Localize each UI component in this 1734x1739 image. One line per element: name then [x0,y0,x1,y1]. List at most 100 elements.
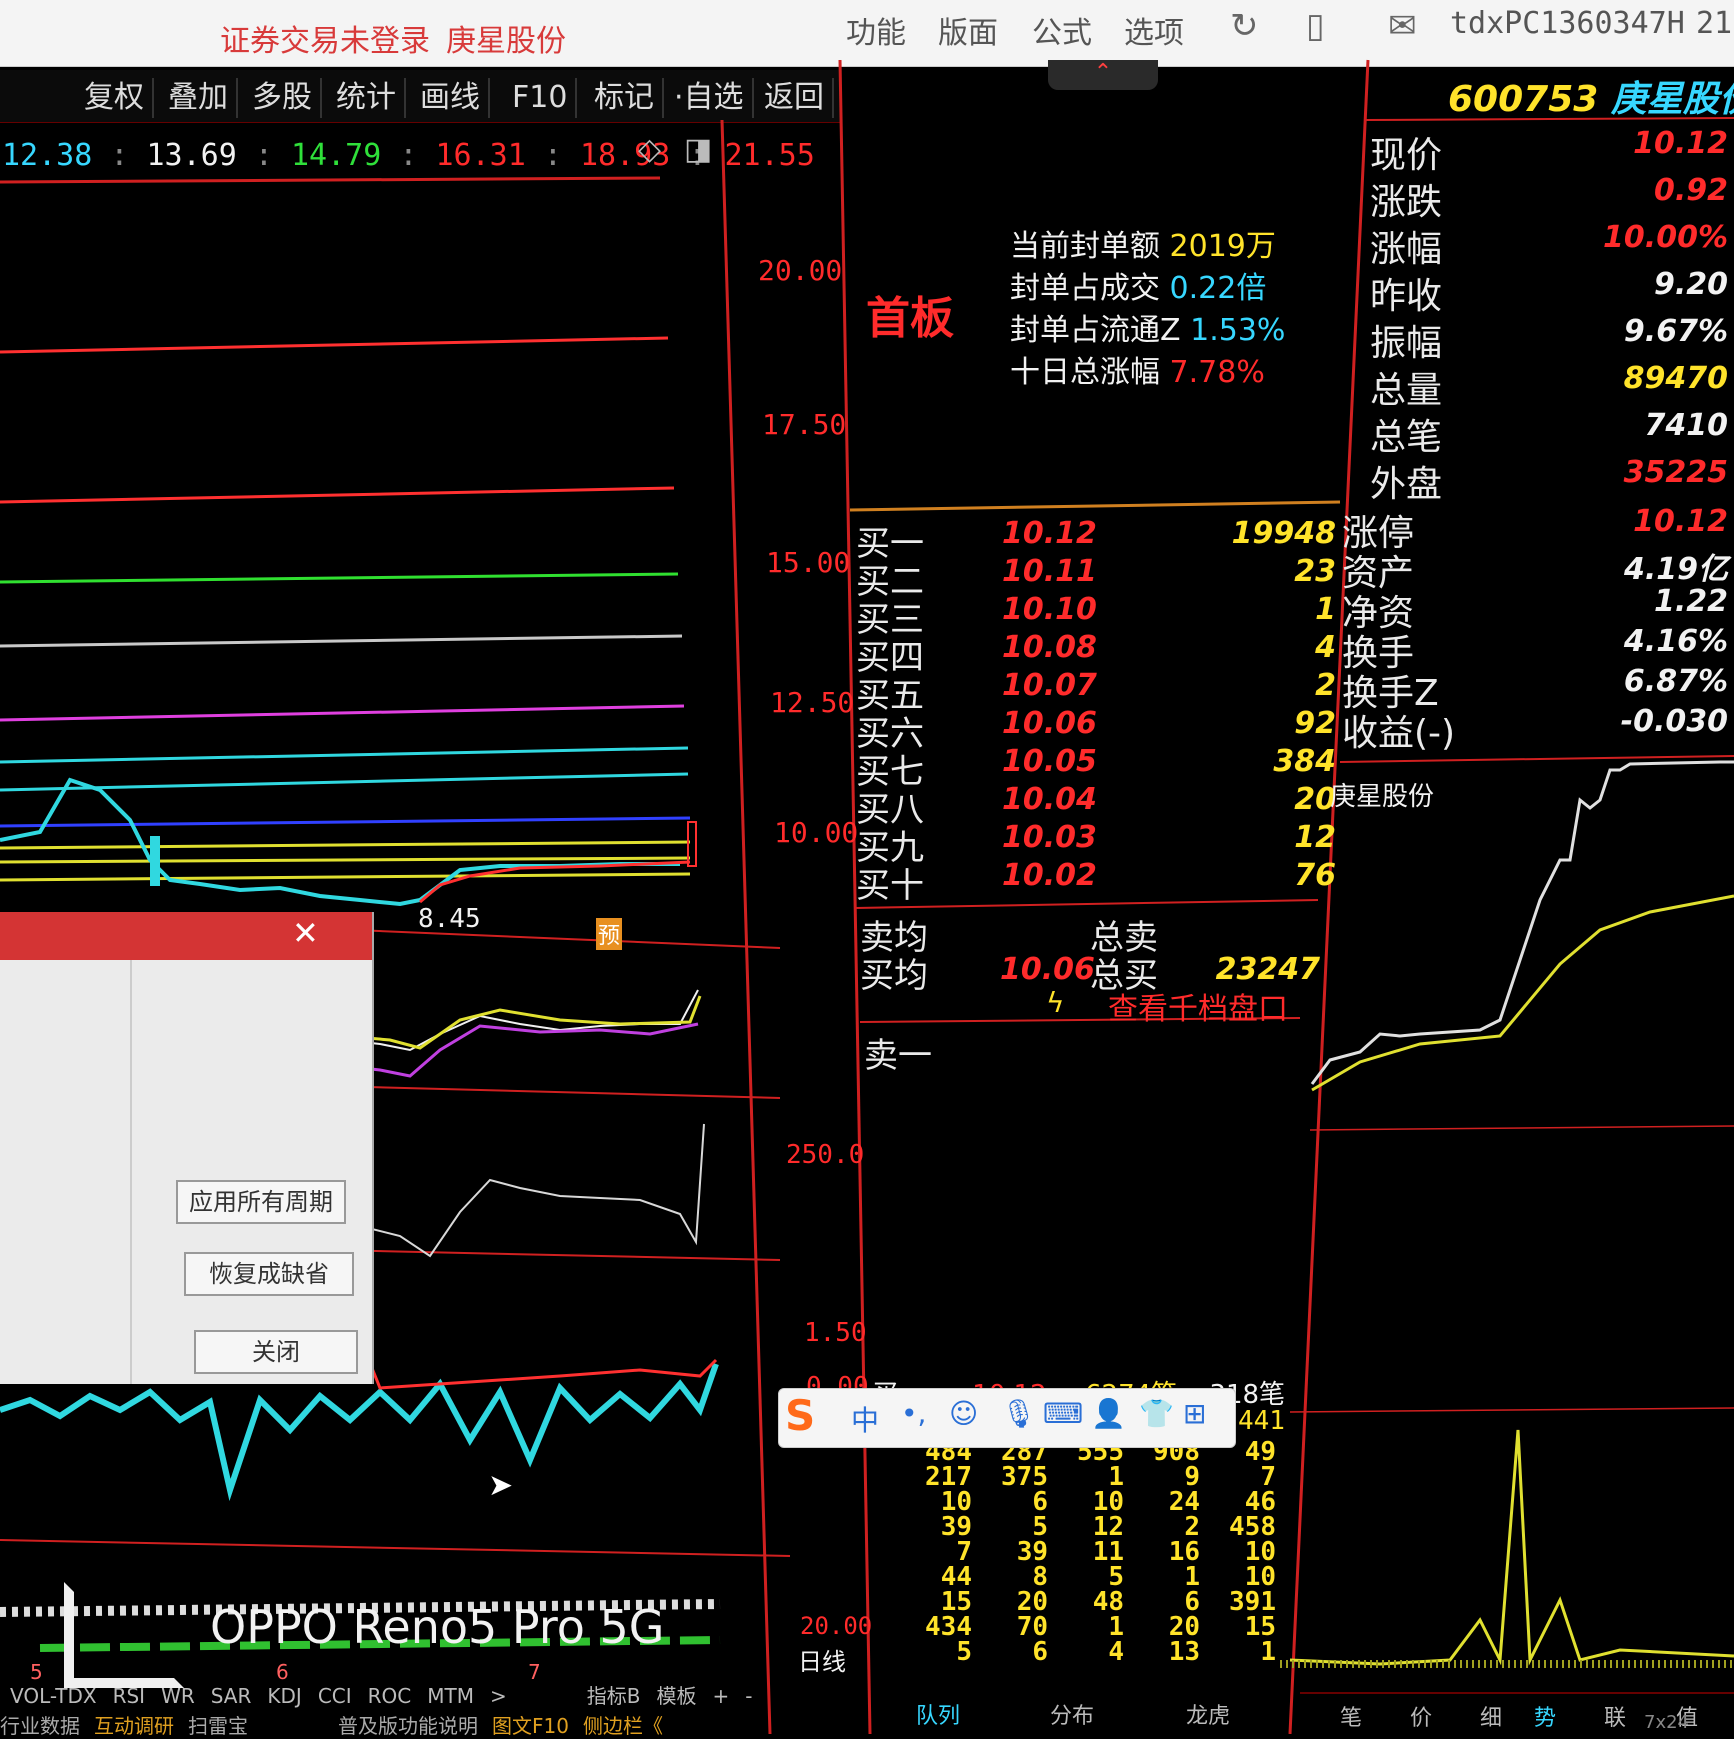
footer-tab[interactable]: 行业数据 [0,1710,80,1739]
low-price-label: 8.45 [418,904,481,934]
indicator-tab[interactable]: - [745,1684,752,1708]
seal-info: 当前封单额 2019万 封单占成交 0.22倍 封单占流通Z 1.53% 十日总… [1010,226,1285,394]
quote-label: 振幅 [1370,323,1443,364]
mouse-cursor-icon: ➤ [488,1468,514,1503]
price-axis-tick: 15.00 [766,546,851,579]
close-icon[interactable]: ✕ [292,914,319,952]
intraday-footer: 7x24 [1644,1712,1690,1733]
restore-default-button[interactable]: 恢复成缺省 [184,1252,354,1296]
queue-row: 434 70 1 20 15 [896,1614,1276,1640]
tab-price[interactable]: 价 [1410,1700,1432,1732]
indicator-tab[interactable]: 模板 [656,1680,696,1709]
quote-row: 昨收 9.20 [1370,267,1734,317]
tab-detail[interactable]: 细 [1480,1700,1502,1732]
tab-dragon-tiger[interactable]: 龙虎 [1186,1698,1230,1730]
skin-icon[interactable]: 👕 [1139,1397,1174,1430]
period-label[interactable]: 日线 [798,1642,846,1677]
emoji-icon[interactable]: ☺ [949,1397,978,1430]
tab-link[interactable]: 联 [1604,1700,1626,1732]
bar-number: 7 [528,1660,541,1684]
buy-avg-label: 买均 [860,956,928,996]
bar-number: 5 [30,1660,43,1684]
pre-badge: 预 [596,918,623,950]
apply-all-periods-button[interactable]: 应用所有周期 [176,1180,346,1224]
price-axis-tick: 12.50 [770,686,855,719]
quote-value: 4.19亿 [1623,552,1728,587]
user-icon[interactable]: 👤 [1091,1397,1126,1430]
quote-value: 9.20 [1653,267,1728,302]
seal-label: 封单占流通Z [1010,313,1181,348]
indicator-tab[interactable]: > [490,1684,507,1708]
quote-value: 9.67% [1623,314,1728,349]
bid-row[interactable]: 买五 10.07 2 [856,668,1336,716]
quote-value: 1.22 [1653,584,1728,619]
queue-row: 5 6 4 13 1 [896,1637,1276,1667]
bid-row[interactable]: 买一 10.12 19948 [856,516,1336,564]
queue-cell: 5 [956,1637,972,1667]
footer-tab[interactable]: 普及版功能说明 [338,1710,478,1739]
footer-tab[interactable]: 图文F10 [492,1710,569,1739]
ime-toolbar: S 中 •, ☺ 🎙 ⌨ 👤 👕 ⊞ [778,1388,1236,1448]
indicator-tab[interactable]: ROC [368,1684,412,1708]
bid-row[interactable]: 买三 10.10 1 [856,592,1336,640]
first-board-badge: 首板 [866,293,954,344]
stock-name: 庚星股份 [1610,79,1734,120]
bid-row[interactable]: 买九 10.03 12 [856,820,1336,868]
indicator-axis-tick: 250.0 [786,1140,865,1170]
quote-label: 外盘 [1370,464,1443,505]
quote-row: 涨停 10.12 [1342,504,1734,554]
footer-tab[interactable]: 侧边栏《 [583,1710,663,1739]
seal-value: 1.53% [1190,313,1286,348]
tab-distribution[interactable]: 分布 [1050,1698,1094,1730]
footer-tab[interactable]: 互动调研 [94,1710,174,1739]
quote-row: 总笔 7410 [1370,408,1734,458]
indicator-tab[interactable]: SAR [211,1684,252,1708]
lightning-icon: ϟ [1046,986,1065,1019]
quote-value: 10.00% [1603,220,1728,255]
ime-mode[interactable]: 中 [851,1399,879,1439]
bar-number: 6 [276,1660,289,1684]
depth-link[interactable]: 查看千档盘口 [1108,984,1288,1028]
dialog-close-button[interactable]: 关闭 [194,1330,358,1374]
bid-row[interactable]: 买七 10.05 384 [856,744,1336,792]
indicator-tab[interactable]: KDJ [267,1684,301,1708]
bid-row[interactable]: 买八 10.04 20 [856,782,1336,830]
toolbox-icon[interactable]: ⊞ [1183,1397,1206,1430]
stock-code: 600753 [1448,79,1599,120]
quote-value: 10.12 [1633,504,1728,539]
quote-value: 0.92 [1653,173,1728,208]
indicator-tab[interactable]: 指标B [587,1680,641,1709]
quote-label: 昨收 [1370,276,1443,317]
tab-trades[interactable]: 笔 [1340,1700,1362,1732]
seal-label: 十日总涨幅 [1010,355,1160,390]
quote-row: 净资 1.22 [1342,584,1734,634]
orderbook-summary: 卖均 总卖 买均 10.06 总买 23247 [860,910,1320,996]
bid-list: 买一 10.12 19948 买二 10.11 23 买三 10.10 1 买四 10.08 4… [856,516,1336,906]
seal-value: 0.22倍 [1169,271,1267,306]
ime-logo[interactable]: S [785,1391,815,1440]
ime-punct[interactable]: •, [901,1397,926,1430]
indicator-tab[interactable]: + [712,1684,729,1708]
sell1-label: 卖一 [864,1036,932,1076]
total-buy-value: 23247 [1215,952,1320,987]
quote-label: 涨跌 [1370,182,1443,223]
bid-row[interactable]: 买二 10.11 23 [856,554,1336,602]
tab-trend[interactable]: 势 [1534,1700,1556,1732]
indicator-tab[interactable]: CCI [318,1684,352,1708]
keyboard-icon[interactable]: ⌨ [1043,1397,1083,1430]
footer-tab[interactable]: 扫雷宝 [188,1710,248,1739]
indicator-tab[interactable]: MTM [427,1684,474,1708]
bid-row[interactable]: 买六 10.06 92 [856,706,1336,754]
intraday-title: 庚星股份 [1330,782,1435,812]
mic-icon[interactable]: 🎙 [1001,1397,1037,1430]
quote-label: 涨幅 [1370,229,1443,270]
queue-cell: 1 [1260,1637,1276,1667]
quote-value: 6.87% [1623,664,1728,699]
quote-row: 换手Z 6.87% [1342,664,1734,714]
bid-row[interactable]: 买四 10.08 4 [856,630,1336,678]
quote-value: 89470 [1623,361,1728,396]
tab-queue[interactable]: 队列 [916,1698,960,1730]
queue-cell: 6 [1032,1637,1048,1667]
bid-row[interactable]: 买十 10.02 76 [856,858,1336,906]
queue-top-right: 441 [1238,1406,1285,1436]
